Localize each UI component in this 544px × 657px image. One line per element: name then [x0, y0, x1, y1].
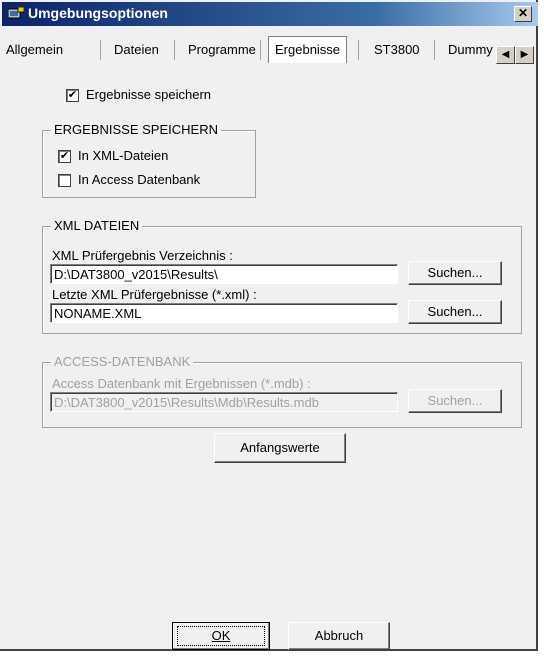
xml-last-label: Letzte XML Prüfergebnisse (*.xml) :	[52, 287, 257, 302]
tab-dummy[interactable]: Dummy	[442, 38, 499, 62]
save-results-checkbox[interactable]: ✔	[66, 89, 79, 102]
scroll-right-icon[interactable]: ▶	[515, 46, 534, 64]
save-group: ERGEBNISSE SPEICHERN	[42, 122, 256, 198]
focus-indicator	[177, 626, 265, 646]
scroll-left-icon[interactable]: ◀	[496, 46, 515, 64]
tab-allgemein[interactable]: Allgemein	[0, 38, 69, 62]
xml-files-label: In XML-Dateien	[78, 148, 169, 163]
tab-separator	[174, 40, 175, 60]
close-button[interactable]: ✕	[514, 6, 532, 22]
xml-dir-input[interactable]: D:\DAT3800_v2015\Results\	[50, 264, 398, 284]
access-db-checkbox[interactable]	[58, 174, 71, 187]
tab-ergebnisse[interactable]: Ergebnisse	[268, 36, 348, 63]
xml-group-title: XML DATEIEN	[51, 218, 143, 233]
app-icon	[8, 7, 24, 19]
defaults-button[interactable]: Anfangswerte	[214, 433, 346, 463]
xml-last-input[interactable]: NONAME.XML	[50, 303, 398, 323]
access-group-title: ACCESS-DATENBANK	[51, 354, 194, 369]
tab-programme[interactable]: Programme	[182, 38, 262, 62]
tab-separator	[260, 40, 261, 60]
tab-separator	[358, 40, 359, 60]
cancel-button[interactable]: Abbruch	[288, 622, 390, 650]
access-db-browse-button: Suchen...	[408, 389, 502, 413]
ok-button[interactable]: OK	[172, 622, 270, 650]
tab-separator	[434, 40, 435, 60]
save-results-label: Ergebnisse speichern	[86, 87, 212, 102]
access-db-path-input: D:\DAT3800_v2015\Results\Mdb\Results.mdb	[50, 392, 398, 412]
tab-separator	[100, 40, 101, 60]
xml-files-checkbox[interactable]: ✔	[58, 150, 71, 163]
options-dialog: Umgebungsoptionen ✕ Allgemein Dateien Pr…	[0, 0, 538, 651]
tab-strip: Allgemein Dateien Programme Ergebnisse S…	[0, 34, 536, 64]
tab-st3800[interactable]: ST3800	[368, 38, 426, 62]
access-db-path-label: Access Datenbank mit Ergebnissen (*.mdb)…	[52, 376, 311, 391]
title-bar[interactable]: Umgebungsoptionen ✕	[2, 2, 538, 26]
tab-scroll-arrows: ◀ ▶	[496, 46, 534, 64]
xml-dir-label: XML Prüfergebnis Verzeichnis :	[52, 248, 233, 263]
save-group-title: ERGEBNISSE SPEICHERN	[51, 122, 221, 137]
tab-dateien[interactable]: Dateien	[108, 38, 165, 62]
access-db-label: In Access Datenbank	[78, 172, 201, 187]
xml-last-browse-button[interactable]: Suchen...	[408, 300, 502, 324]
xml-dir-browse-button[interactable]: Suchen...	[408, 261, 502, 285]
window-title: Umgebungsoptionen	[28, 5, 168, 21]
